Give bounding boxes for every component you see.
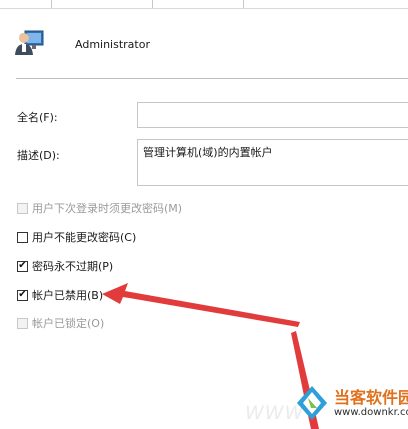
option-must-change-password[interactable]: 用户下次登录时须更改密码(M) bbox=[17, 201, 182, 215]
option-cannot-change-password[interactable]: 用户不能更改密码(C) bbox=[17, 230, 136, 244]
tab-divider bbox=[152, 0, 153, 8]
checkbox[interactable]: ✔ bbox=[17, 260, 28, 272]
description-field[interactable]: 管理计算机(域)的内置帐户 bbox=[137, 139, 408, 186]
checkbox[interactable] bbox=[17, 202, 28, 214]
watermark-url: www.downkr.com bbox=[334, 407, 408, 418]
watermark-logo-icon bbox=[297, 386, 327, 420]
checkbox[interactable]: ✔ bbox=[17, 289, 28, 301]
option-password-never-expires[interactable]: ✔ 密码永不过期(P) bbox=[17, 259, 113, 273]
tab-divider bbox=[51, 0, 52, 8]
user-account-icon bbox=[15, 30, 44, 55]
option-label: 密码永不过期(P) bbox=[32, 260, 114, 273]
checkbox[interactable] bbox=[17, 317, 28, 329]
option-label: 用户不能更改密码(C) bbox=[32, 231, 137, 244]
checkbox[interactable] bbox=[17, 231, 28, 243]
watermark-title: 当客软件园 bbox=[334, 388, 408, 407]
option-label: 帐户已禁用(B) bbox=[32, 289, 104, 302]
tab-strip bbox=[0, 0, 408, 8]
annotation-arrow-left bbox=[102, 283, 300, 327]
fullname-label: 全名(F): bbox=[17, 111, 58, 124]
tab-divider bbox=[243, 0, 244, 8]
fullname-field[interactable] bbox=[137, 102, 408, 128]
watermark: WWW 当客软件园 www.downkr.com bbox=[245, 382, 408, 429]
option-label: 帐户已锁定(O) bbox=[32, 317, 105, 330]
separator bbox=[16, 78, 408, 79]
option-account-locked[interactable]: 帐户已锁定(O) bbox=[17, 316, 104, 330]
user-name: Administrator bbox=[75, 38, 150, 51]
option-account-disabled[interactable]: ✔ 帐户已禁用(B) bbox=[17, 288, 103, 302]
description-label: 描述(D): bbox=[17, 149, 60, 162]
panel-top-border bbox=[0, 8, 408, 9]
option-label: 用户下次登录时须更改密码(M) bbox=[32, 202, 183, 215]
